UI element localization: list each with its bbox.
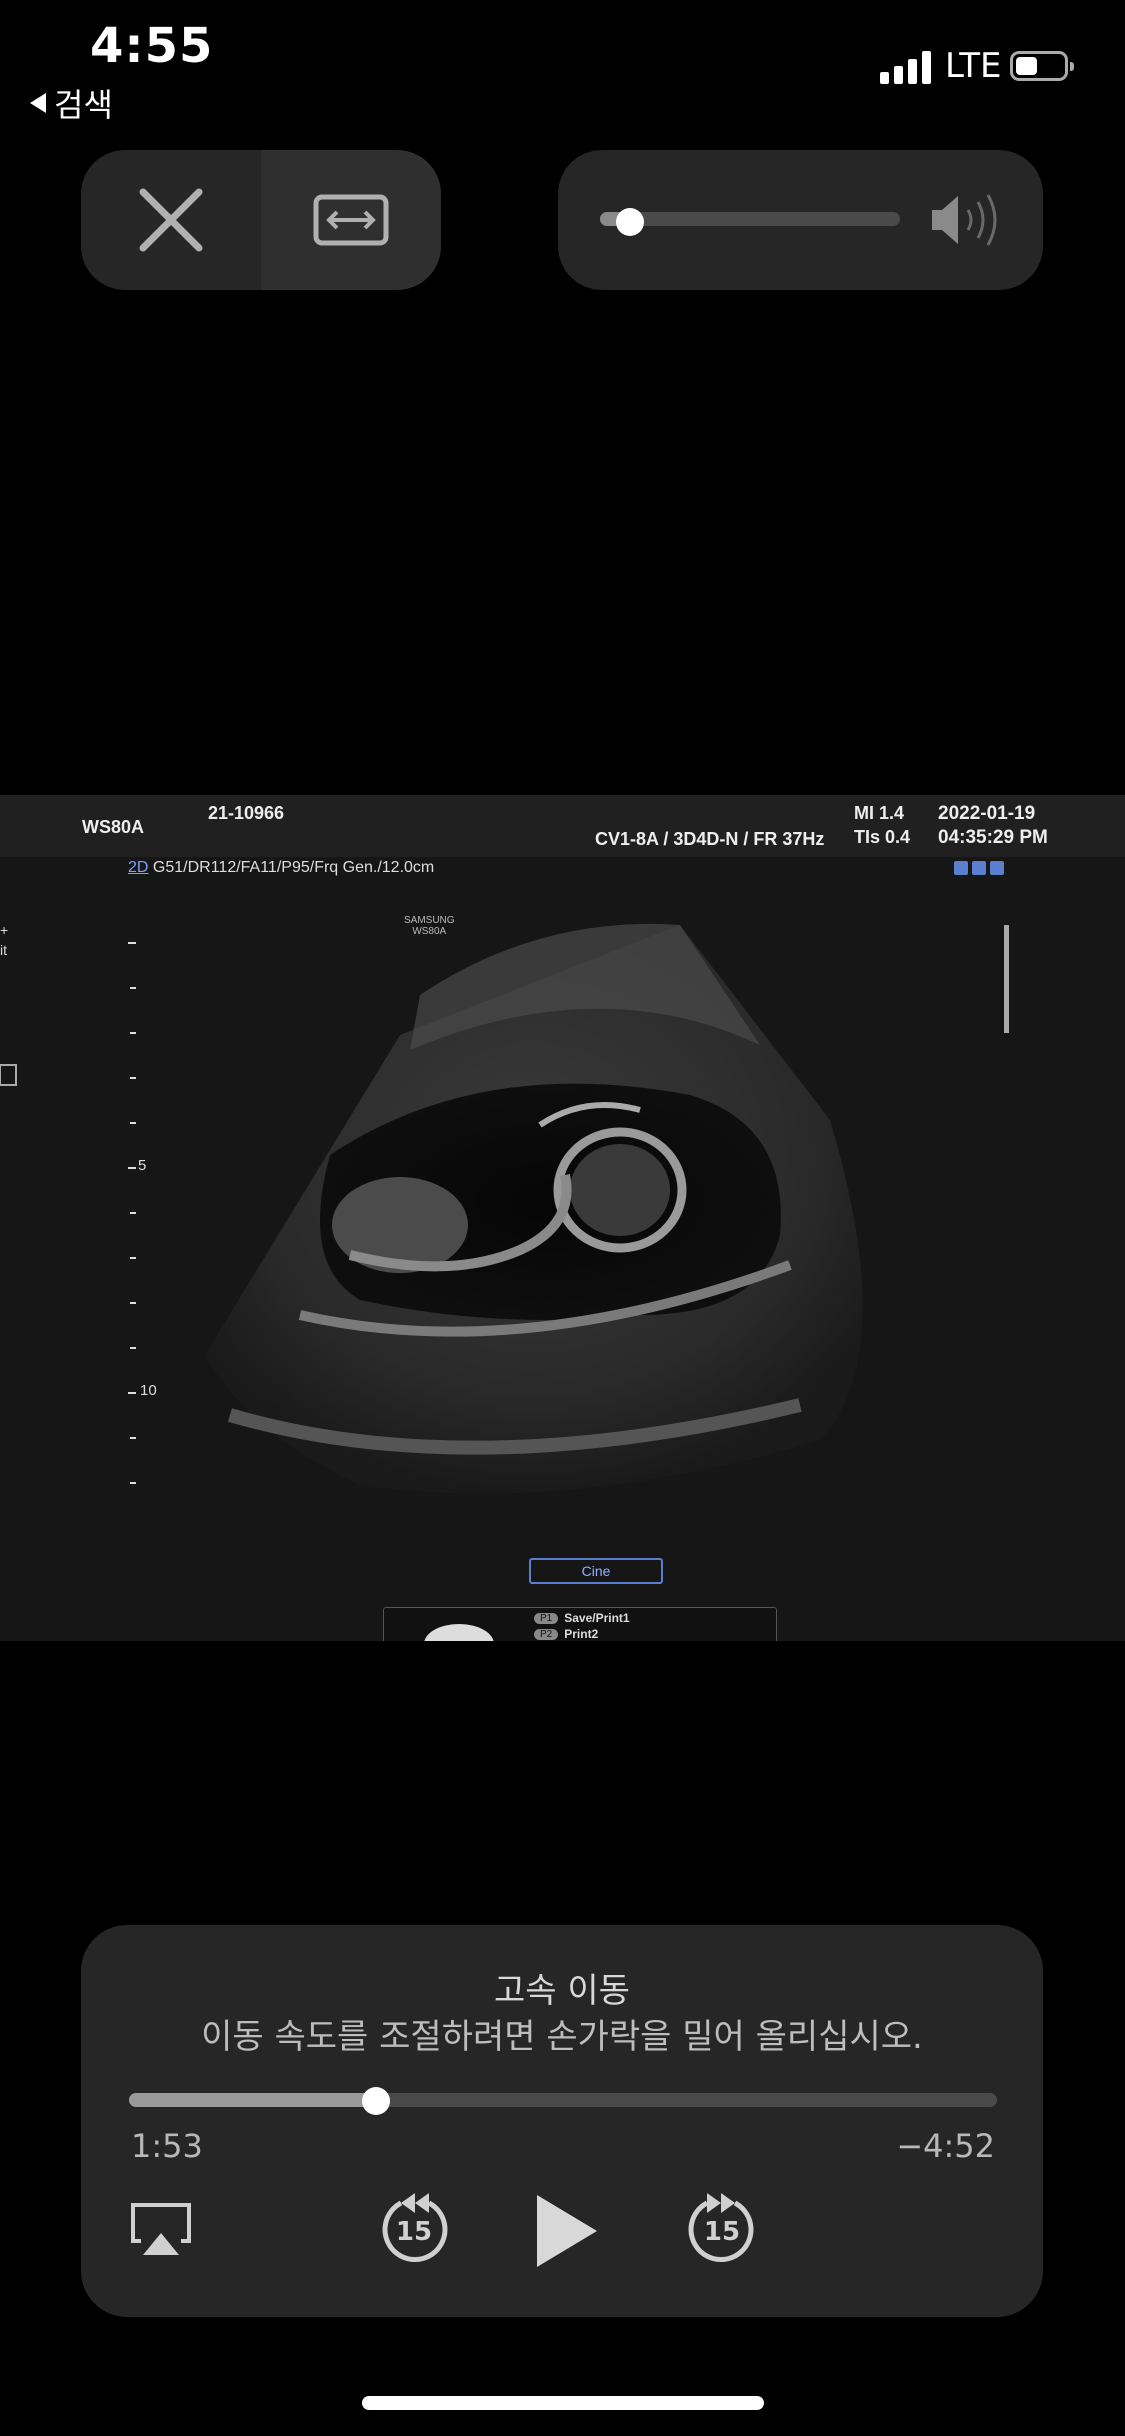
- video-frame[interactable]: WS80A 21-10966 CV1-8A / 3D4D-N / FR 37Hz…: [0, 795, 1125, 1641]
- side-marks: + it: [0, 922, 9, 958]
- skip-back-15-button[interactable]: 15: [371, 2187, 457, 2273]
- p1-label: Save/Print1: [564, 1611, 630, 1625]
- play-button[interactable]: [517, 2181, 607, 2281]
- skip-forward-seconds: 15: [703, 2217, 741, 2247]
- mode-label: 2D: [128, 859, 149, 876]
- trackball-icon: [424, 1624, 494, 1641]
- scan-time: 04:35:29 PM: [938, 827, 1048, 848]
- status-icon: [972, 861, 986, 875]
- playback-panel: 고속 이동 이동 속도를 조절하려면 손가락을 밀어 올리십시오. 1:53 −…: [81, 1925, 1043, 2317]
- depth-label-5: 5: [138, 1157, 147, 1174]
- playback-scrubber[interactable]: [129, 2093, 997, 2107]
- volume-knob[interactable]: [616, 208, 644, 236]
- p2-badge: P2: [534, 1628, 559, 1640]
- skip-forward-15-button[interactable]: 15: [679, 2187, 765, 2273]
- params-text: G51/DR112/FA11/P95/Frq Gen./12.0cm: [152, 859, 435, 876]
- remaining-time: −4:52: [896, 2127, 995, 2165]
- volume-slider[interactable]: [600, 212, 900, 226]
- probe-info: CV1-8A / 3D4D-N / FR 37Hz: [595, 829, 825, 849]
- expand-horizontal-icon: [313, 194, 389, 246]
- p1-badge: P1: [534, 1612, 559, 1624]
- battery-icon: [1010, 51, 1074, 81]
- close-button[interactable]: [81, 150, 261, 290]
- brand-watermark: SAMSUNG WS80A: [404, 915, 455, 937]
- ultrasound-header: WS80A 21-10966 CV1-8A / 3D4D-N / FR 37Hz…: [0, 795, 1125, 857]
- model-label: WS80A: [82, 817, 145, 837]
- skip-back-seconds: 15: [395, 2217, 433, 2247]
- cine-label: Cine: [529, 1558, 663, 1584]
- airplay-button[interactable]: [127, 2195, 197, 2265]
- status-icon: [990, 861, 1004, 875]
- imaging-params: 2D G51/DR112/FA11/P95/Frq Gen./12.0cm: [128, 859, 434, 877]
- elapsed-time: 1:53: [131, 2127, 203, 2165]
- ultrasound-image: [0, 923, 1009, 1494]
- home-indicator[interactable]: [362, 2396, 764, 2410]
- volume-control: [558, 150, 1043, 290]
- playback-knob[interactable]: [362, 2087, 390, 2115]
- cellular-signal-icon: [880, 50, 931, 84]
- battery-fill: [1016, 57, 1037, 75]
- status-time: 4:55: [90, 18, 214, 74]
- network-type: LTE: [945, 46, 1002, 86]
- back-label: 검색: [54, 86, 113, 124]
- aspect-ratio-button[interactable]: [261, 150, 441, 290]
- playback-progress-fill: [129, 2093, 376, 2107]
- mi-value: MI 1.4: [854, 803, 905, 823]
- back-to-search-link[interactable]: 검색: [30, 80, 113, 126]
- scrub-mode-title: 고속 이동: [494, 1971, 630, 2011]
- airplay-icon: [131, 2203, 191, 2255]
- depth-label-10: 10: [140, 1382, 157, 1399]
- softkey-panel: P1 Save/Print1 P2 Print2: [383, 1607, 777, 1641]
- scan-date: 2022-01-19: [938, 803, 1036, 824]
- status-icon: [954, 861, 968, 875]
- tis-value: TIs 0.4: [854, 827, 911, 847]
- patient-id: 21-10966: [208, 803, 285, 823]
- close-x-icon: [139, 188, 203, 252]
- close-aspect-controls: [81, 150, 441, 290]
- speaker-icon: [932, 194, 997, 246]
- play-icon: [537, 2195, 597, 2267]
- back-arrow-icon: [30, 93, 46, 113]
- p2-label: Print2: [564, 1627, 599, 1641]
- scrub-mode-hint: 이동 속도를 조절하려면 손가락을 밀어 올리십시오.: [201, 2017, 923, 2057]
